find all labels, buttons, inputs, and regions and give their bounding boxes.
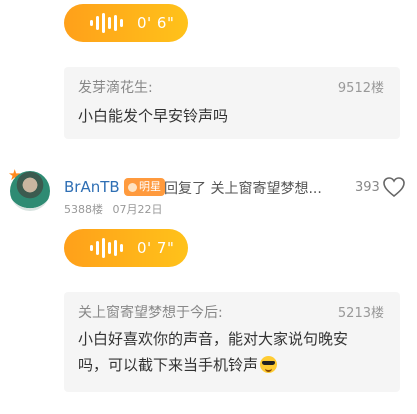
quote-floor: 9512楼	[337, 81, 384, 96]
voice-duration: 0' 6"	[137, 14, 175, 32]
quote-text-line-1: 小白好喜欢你的声音，能对大家说句晚安	[78, 330, 349, 348]
quote-author[interactable]: 关上窗寄望梦想于今后:	[78, 302, 223, 322]
voice-message-1[interactable]: 0' 6"	[64, 4, 188, 42]
like-count: 393	[355, 180, 380, 195]
comment-floor: 5388楼	[64, 203, 103, 216]
sunglasses-emoji-icon	[260, 356, 278, 373]
username[interactable]: BrAnTB	[64, 178, 120, 196]
waveform-icon	[90, 13, 123, 33]
quote-author[interactable]: 发芽滴花生:	[78, 77, 153, 97]
quote-floor: 5213楼	[337, 306, 384, 321]
reply-text: 回复了 关上窗寄望梦想...	[164, 181, 322, 197]
star-badge: 明星	[124, 178, 165, 196]
comment-meta: 5388楼 07月22日	[64, 201, 163, 217]
avatar[interactable]	[10, 171, 50, 211]
quote-text: 小白能发个早安铃声吗	[78, 107, 229, 125]
quoted-comment-1[interactable]: 发芽滴花生: 9512楼 小白能发个早安铃声吗	[64, 67, 400, 139]
badge-label: 明星	[139, 180, 161, 193]
comment-date: 07月22日	[112, 203, 163, 216]
quote-text-line-2-content: 吗，可以截下来当手机铃声	[78, 356, 259, 374]
quoted-comment-2[interactable]: 关上窗寄望梦想于今后: 5213楼 小白好喜欢你的声音，能对大家说句晚安 吗，可…	[64, 292, 400, 392]
voice-message-2[interactable]: 0' 7"	[64, 229, 188, 267]
quote-text-line-2: 吗，可以截下来当手机铃声	[78, 352, 378, 378]
heart-icon[interactable]	[382, 176, 406, 198]
waveform-icon	[90, 238, 123, 258]
voice-duration: 0' 7"	[137, 239, 175, 257]
badge-icon	[128, 182, 137, 192]
